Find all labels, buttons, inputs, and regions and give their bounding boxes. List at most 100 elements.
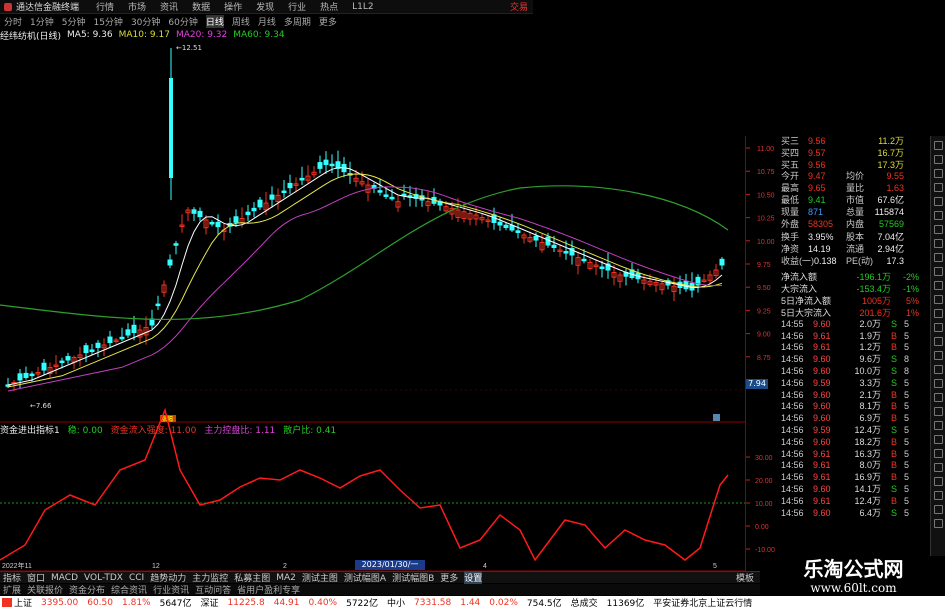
tool-icon[interactable] xyxy=(934,379,943,388)
tab-template[interactable]: 模板 xyxy=(736,571,754,584)
tab-settings[interactable]: 设置 xyxy=(464,571,483,584)
tool-icon[interactable] xyxy=(934,281,943,290)
tool-icon[interactable] xyxy=(934,463,943,472)
sz-pct: 0.40% xyxy=(308,597,338,608)
tab-test-main[interactable]: 测试主图 xyxy=(302,571,338,584)
candle-body xyxy=(389,196,395,200)
tick-row: 14:56 9.61 8.0万 B 5 xyxy=(781,460,929,472)
tick-time: 14:56 xyxy=(781,472,804,483)
candle-body xyxy=(131,324,137,334)
tab-ma2[interactable]: MA2 xyxy=(276,573,296,583)
tick-price: 9.60 xyxy=(813,318,831,329)
tick-time: 14:56 xyxy=(781,483,804,494)
candle-body xyxy=(299,177,305,181)
func-vip[interactable]: 省用户盈利专享 xyxy=(237,583,300,596)
tool-icon[interactable] xyxy=(934,211,943,220)
total-value: 11369亿 xyxy=(606,599,645,609)
tick-side: B xyxy=(890,330,897,341)
candle-body xyxy=(377,190,383,193)
candle-body xyxy=(119,336,125,340)
tool-icon[interactable] xyxy=(934,267,943,276)
tool-icon[interactable] xyxy=(934,225,943,234)
candle-body xyxy=(197,210,203,218)
candle-body xyxy=(563,251,569,254)
tool-icon[interactable] xyxy=(934,519,943,528)
tool-icon[interactable] xyxy=(934,295,943,304)
func-fund[interactable]: 资金分布 xyxy=(69,583,105,596)
tool-icon[interactable] xyxy=(934,421,943,430)
tick-price: 9.61 xyxy=(813,330,831,341)
tool-icon[interactable] xyxy=(934,449,943,458)
price-axis-label: 10.50 xyxy=(757,192,775,199)
flow-row: 5日大宗流入 201.6万 1% xyxy=(781,307,919,318)
tick-side: B xyxy=(890,342,897,353)
tick-volume: 3.3万 xyxy=(859,377,881,388)
tick-row: 14:56 9.60 6.9万 B 5 xyxy=(781,413,929,425)
tick-side: S xyxy=(890,377,897,388)
tick-side: B xyxy=(890,413,897,424)
tool-icon[interactable] xyxy=(934,365,943,374)
indicator-name[interactable]: 资金进出指标1 xyxy=(0,423,60,436)
func-qa[interactable]: 互动问答 xyxy=(195,583,231,596)
tick-time: 14:56 xyxy=(781,342,804,353)
tick-price: 9.60 xyxy=(813,365,831,376)
tick-row: 14:56 9.60 10.0万 S 8 xyxy=(781,366,929,378)
tab-macd[interactable]: MACD xyxy=(51,573,78,583)
tool-icon[interactable] xyxy=(934,183,943,192)
func-related[interactable]: 关联报价 xyxy=(27,583,63,596)
x-axis-label: 4 xyxy=(483,563,487,570)
func-industry[interactable]: 行业资讯 xyxy=(153,583,189,596)
tab-vol[interactable]: VOL-TDX xyxy=(84,573,123,583)
tick-count: 5 xyxy=(903,507,909,518)
candle-body xyxy=(251,207,257,212)
tool-icon[interactable] xyxy=(934,155,943,164)
tool-icon[interactable] xyxy=(934,141,943,150)
candle-body xyxy=(169,78,173,178)
tick-row: 14:56 9.60 14.1万 S 5 xyxy=(781,484,929,496)
tick-side: S xyxy=(890,424,897,435)
zx-label[interactable]: 中小 xyxy=(387,596,405,609)
tick-row: 14:56 9.61 12.4万 B 5 xyxy=(781,496,929,508)
tool-icon[interactable] xyxy=(934,351,943,360)
tool-icon[interactable] xyxy=(934,477,943,486)
tool-icon[interactable] xyxy=(934,505,943,514)
tick-time: 14:55 xyxy=(781,318,804,329)
candle-body xyxy=(23,372,29,378)
tool-icon[interactable] xyxy=(934,393,943,402)
tick-price: 9.61 xyxy=(813,448,831,459)
tab-cci[interactable]: CCI xyxy=(129,573,144,583)
tick-list[interactable]: 14:55 9.60 2.0万 S 5 14:56 9.61 1.9万 B 5 14:56 9.61 1… xyxy=(781,319,929,520)
tick-price: 9.59 xyxy=(813,377,831,388)
tool-icon[interactable] xyxy=(934,435,943,444)
sz-change: 44.91 xyxy=(273,597,300,608)
tool-icon[interactable] xyxy=(934,239,943,248)
tick-count: 5 xyxy=(903,448,909,459)
func-news[interactable]: 综合资讯 xyxy=(111,583,147,596)
indicator-axis-label: -10.00 xyxy=(755,547,775,554)
func-extend[interactable]: 扩展 xyxy=(3,583,21,596)
tick-volume: 1.2万 xyxy=(859,342,881,353)
tab-test-b[interactable]: 测试幅图B xyxy=(392,571,434,584)
tool-icon[interactable] xyxy=(934,337,943,346)
tool-icon[interactable] xyxy=(934,197,943,206)
sh-value: 3395.00 xyxy=(41,597,79,608)
tab-test-a[interactable]: 测试幅图A xyxy=(344,571,386,584)
candle-body xyxy=(581,258,587,262)
tick-time: 14:56 xyxy=(781,495,804,506)
tool-icon[interactable] xyxy=(934,491,943,500)
tool-icon[interactable] xyxy=(934,407,943,416)
bid-row: 买四 9.57 16.7万 xyxy=(781,147,904,158)
indicator-item: 稳: 0.00 xyxy=(67,426,103,436)
tool-icon[interactable] xyxy=(934,323,943,332)
candle-body xyxy=(41,362,47,371)
candle-body xyxy=(173,243,179,246)
tool-icon[interactable] xyxy=(934,309,943,318)
candle-body xyxy=(533,235,539,241)
tool-icon[interactable] xyxy=(934,169,943,178)
tab-more[interactable]: 更多 xyxy=(440,571,458,584)
sh-label[interactable]: 上证 xyxy=(14,596,32,609)
tick-price: 9.60 xyxy=(813,483,831,494)
sz-label[interactable]: 深证 xyxy=(201,596,219,609)
indicator-legend: 资金进出指标1 稳: 0.00 资金流入强度: 11.00 主力控盘比: 1.1… xyxy=(0,423,344,436)
tool-icon[interactable] xyxy=(934,253,943,262)
